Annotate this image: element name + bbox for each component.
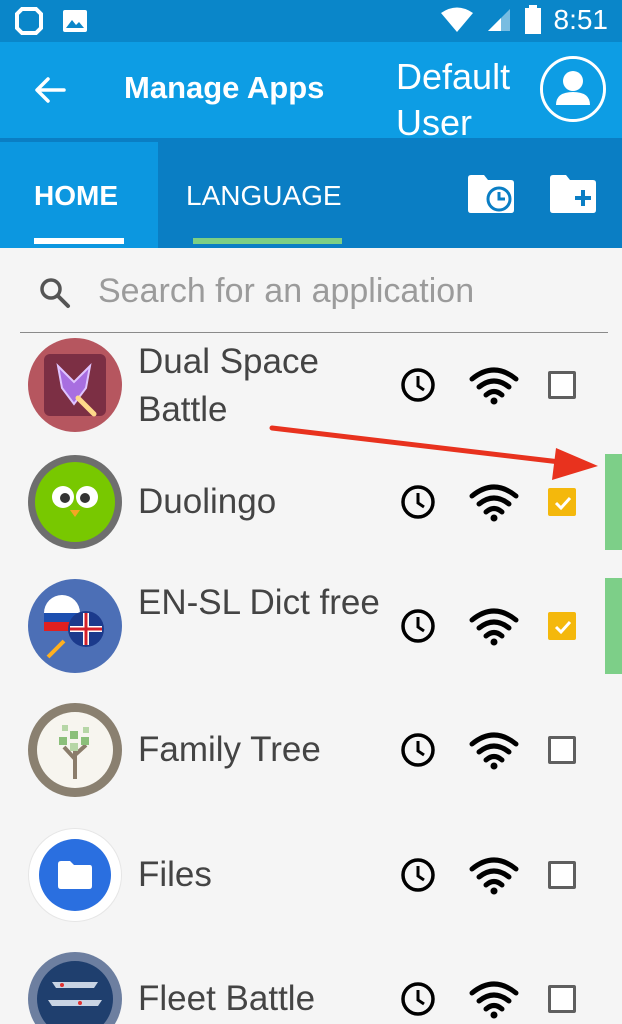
wifi-icon	[440, 7, 473, 32]
clock-icon[interactable]	[400, 608, 436, 644]
selection-marker	[605, 454, 622, 550]
signal-icon	[487, 9, 510, 31]
app-name: Fleet Battle	[138, 979, 316, 1018]
files-app-icon	[28, 828, 122, 922]
wifi-icon[interactable]	[468, 732, 520, 770]
tab-language-indicator	[193, 238, 342, 244]
family-tree-app-icon	[28, 703, 122, 797]
wifi-icon[interactable]	[468, 608, 520, 646]
checkbox[interactable]	[548, 985, 576, 1013]
app-name: Family Tree	[138, 730, 321, 769]
list-item[interactable]: Family Tree	[0, 688, 622, 812]
app-list: Dual Space Battle Duolingo EN-SL Dict fr…	[0, 332, 622, 1024]
checkbox[interactable]	[548, 736, 576, 764]
tab-language[interactable]: LANGUAGE	[186, 142, 346, 248]
search-icon	[40, 278, 70, 308]
checkbox-checked[interactable]	[548, 488, 576, 516]
app-bar: Manage Apps Default User	[0, 42, 622, 138]
list-item[interactable]: Dual Space Battle	[0, 332, 622, 447]
wifi-icon[interactable]	[468, 981, 520, 1019]
duolingo-app-icon	[28, 455, 122, 549]
app-notification-icon	[15, 7, 43, 35]
checkbox[interactable]	[548, 861, 576, 889]
page-title: Manage Apps	[124, 70, 325, 105]
selection-marker	[605, 578, 622, 674]
clock-icon[interactable]	[400, 484, 436, 520]
search-bar[interactable]: Search for an application	[20, 262, 608, 333]
clock-icon[interactable]	[400, 857, 436, 893]
battery-icon	[524, 5, 541, 34]
list-item[interactable]: EN-SL Dict free	[0, 564, 622, 688]
tab-language-label: LANGUAGE	[186, 180, 342, 211]
list-item[interactable]: Fleet Battle	[0, 937, 622, 1024]
user-name: Default User	[396, 56, 511, 138]
checkbox[interactable]	[548, 371, 576, 399]
en-sl-dict-app-icon	[28, 579, 122, 673]
status-bar: 8:51	[0, 0, 622, 42]
app-name: Dual Space Battle	[138, 342, 319, 429]
image-notification-icon	[63, 10, 87, 32]
clock-icon[interactable]	[400, 367, 436, 403]
schedule-folder-icon[interactable]	[466, 172, 516, 216]
app-name: EN-SL Dict free	[138, 583, 380, 622]
clock-icon[interactable]	[400, 981, 436, 1017]
wifi-icon[interactable]	[468, 857, 520, 895]
wifi-icon[interactable]	[468, 367, 520, 405]
tab-home-label: HOME	[34, 180, 118, 211]
wifi-icon[interactable]	[468, 484, 520, 522]
checkbox-checked[interactable]	[548, 612, 576, 640]
app-name: Duolingo	[138, 482, 277, 521]
search-input[interactable]: Search for an application	[98, 272, 474, 311]
back-arrow-icon[interactable]	[30, 70, 70, 110]
clock-icon[interactable]	[400, 732, 436, 768]
dual-space-battle-app-icon	[28, 338, 122, 432]
add-folder-icon[interactable]	[548, 172, 598, 216]
list-item[interactable]: Files	[0, 813, 622, 937]
clock-time: 8:51	[553, 4, 609, 35]
list-item[interactable]: Duolingo	[0, 440, 622, 564]
user-avatar-icon[interactable]	[540, 56, 606, 122]
tab-bar: HOME LANGUAGE	[0, 138, 622, 248]
tab-home-indicator	[34, 238, 124, 244]
tab-home[interactable]: HOME	[0, 142, 158, 248]
fleet-battle-app-icon	[28, 952, 122, 1024]
app-name: Files	[138, 855, 212, 894]
